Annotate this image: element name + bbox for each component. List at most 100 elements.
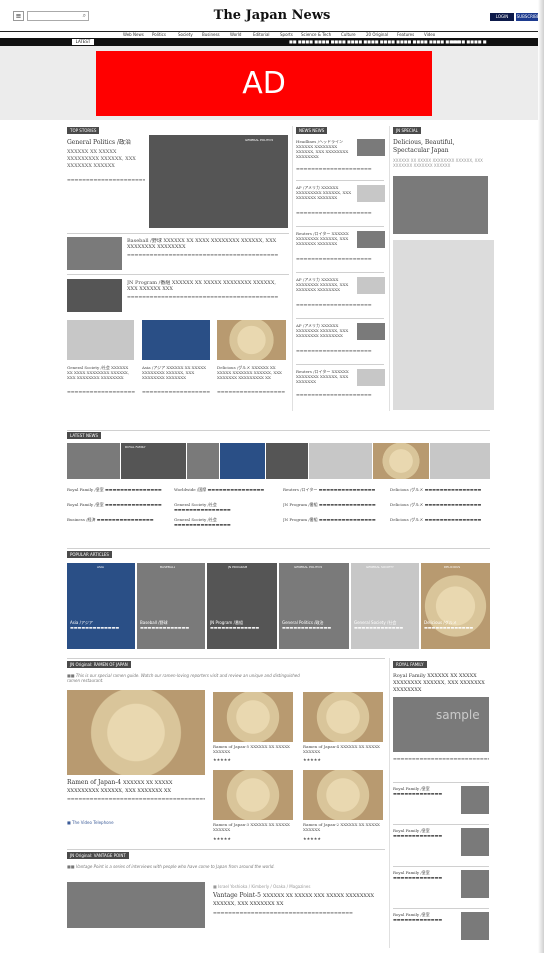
latest-photo[interactable] bbox=[430, 443, 490, 479]
latest-item[interactable]: JN Program /番組 ▬▬▬▬▬▬▬▬▬▬▬▬▬▬▬ bbox=[283, 502, 383, 507]
nav-item[interactable]: Business bbox=[202, 32, 220, 37]
latest-item[interactable]: Reuters /ロイター ▬▬▬▬▬▬▬▬▬▬▬▬▬▬▬ bbox=[283, 487, 383, 492]
latest-photo[interactable] bbox=[187, 443, 219, 479]
nav-item[interactable]: Video bbox=[424, 32, 435, 37]
latest-item[interactable]: Delicious /グルメ ▬▬▬▬▬▬▬▬▬▬▬▬▬▬▬ bbox=[390, 487, 490, 492]
ramen-card-headline[interactable]: Ramen of Japan-3 XXXXXX XX XXXXX XXXXXX bbox=[213, 822, 293, 832]
ramen-byline[interactable]: ■ The Video Telephone bbox=[67, 820, 167, 825]
ramen-card-image[interactable] bbox=[303, 692, 383, 742]
lead-image[interactable] bbox=[149, 135, 288, 228]
popular-headline[interactable]: JN Program /番組 ▬▬▬▬▬▬▬▬▬▬▬▬▬ bbox=[210, 620, 274, 630]
login-button[interactable]: LOGIN bbox=[490, 13, 514, 21]
story-headline[interactable]: JN Program /番組 XXXXXX XX XXXXX XXXXXXXX … bbox=[127, 280, 287, 292]
nav-item[interactable]: Science & Tech bbox=[301, 32, 331, 37]
royal-thumb[interactable] bbox=[461, 828, 489, 856]
ramen-card-image[interactable] bbox=[213, 692, 293, 742]
news-thumb[interactable] bbox=[357, 369, 385, 386]
news-headline[interactable]: AP /アメリカ XXXXXX XXXXXXXXX XXXXXX, XXX XX… bbox=[296, 185, 356, 200]
ramen-card-image[interactable] bbox=[213, 770, 293, 820]
popular-card[interactable] bbox=[137, 563, 205, 649]
royal-thumb[interactable] bbox=[461, 870, 489, 898]
popular-headline[interactable]: Delicious /グルメ ▬▬▬▬▬▬▬▬▬▬▬▬▬ bbox=[424, 620, 487, 630]
nav-item[interactable]: Editorial bbox=[253, 32, 270, 37]
ramen-card-headline[interactable]: Ramen of Japan-4 XXXXXX XX XXXXX XXXXXX bbox=[303, 744, 383, 754]
popular-card[interactable] bbox=[351, 563, 419, 649]
baseball-image[interactable] bbox=[67, 237, 122, 270]
royal-item[interactable]: Royal Family /皇室 ▬▬▬▬▬▬▬▬▬▬▬▬▬ bbox=[393, 870, 455, 880]
royal-headline[interactable]: Royal Family XXXXXX XX XXXXX XXXXXXXX XX… bbox=[393, 673, 489, 694]
ticker-more[interactable]: ■■■■ ■■■■ ■ bbox=[450, 39, 487, 44]
lead-headline[interactable]: General Politics /政治 bbox=[67, 139, 145, 147]
ticker-text[interactable]: ■■ ■■■■ ■■■■ ■■■■ ■■■■ ■■■■ ■■■■ ■■■■ ■■… bbox=[289, 39, 460, 44]
ramen-card-headline[interactable]: Ramen of Japan-5 XXXXXX XX XXXXX XXXXXX bbox=[213, 744, 293, 754]
popular-headline[interactable]: General Society /社会 ▬▬▬▬▬▬▬▬▬▬▬▬▬ bbox=[354, 620, 416, 630]
nav-item[interactable]: 20 Original bbox=[366, 32, 388, 37]
site-logo[interactable]: The Japan News bbox=[0, 8, 544, 23]
news-headline[interactable]: Reuters /ロイター XXXXXX XXXXXXXX XXXXXX, XX… bbox=[296, 369, 356, 384]
news-thumb[interactable] bbox=[357, 185, 385, 202]
royal-thumb[interactable] bbox=[461, 912, 489, 940]
news-text: ▬▬▬▬▬▬▬▬▬▬▬▬▬▬▬▬▬▬▬▬ bbox=[296, 348, 372, 353]
ramen-card-headline[interactable]: Ramen of Japan-2 XXXXXX XX XXXXX XXXXXX bbox=[303, 822, 383, 832]
latest-item[interactable]: Business /経済 ▬▬▬▬▬▬▬▬▬▬▬▬▬▬▬ bbox=[67, 517, 167, 522]
latest-item[interactable]: Delicious /グルメ ▬▬▬▬▬▬▬▬▬▬▬▬▬▬▬ bbox=[390, 517, 490, 522]
popular-card[interactable] bbox=[421, 563, 490, 649]
society-image[interactable] bbox=[67, 320, 134, 360]
popular-card[interactable] bbox=[67, 563, 135, 649]
latest-item[interactable]: JN Program /番組 ▬▬▬▬▬▬▬▬▬▬▬▬▬▬▬ bbox=[283, 517, 383, 522]
news-headline[interactable]: AP /アメリカ XXXXXX XXXXXXXX XXXXXX, XXX XXX… bbox=[296, 277, 356, 292]
special-headline[interactable]: Delicious, Beautiful, Spectacular Japan bbox=[393, 139, 488, 155]
popular-headline[interactable]: General Politics /政治 ▬▬▬▬▬▬▬▬▬▬▬▬▬ bbox=[282, 620, 346, 630]
royal-image[interactable] bbox=[393, 697, 489, 752]
story-headline[interactable]: Asia /アジア XXXXXX XX XXXXX XXXXXXXX XXXXX… bbox=[142, 365, 210, 380]
nav-item[interactable]: Features bbox=[397, 32, 414, 37]
delicious-image[interactable] bbox=[217, 320, 286, 360]
news-headline[interactable]: Reuters /ロイター XXXXXX XXXXXXXX XXXXXX, XX… bbox=[296, 231, 356, 246]
story-headline[interactable]: Delicious /グルメ XXXXXX XX XXXXX XXXXXXX X… bbox=[217, 365, 286, 380]
subscribe-button[interactable]: SUBSCRIBE bbox=[516, 13, 540, 21]
latest-item[interactable]: Royal Family /皇室 ▬▬▬▬▬▬▬▬▬▬▬▬▬▬▬ bbox=[67, 487, 167, 492]
nav-item[interactable]: Culture bbox=[341, 32, 356, 37]
news-thumb[interactable] bbox=[357, 139, 385, 156]
nav-item[interactable]: Sports bbox=[280, 32, 293, 37]
latest-item[interactable]: Delicious /グルメ ▬▬▬▬▬▬▬▬▬▬▬▬▬▬▬ bbox=[390, 502, 490, 507]
royal-thumb[interactable] bbox=[461, 786, 489, 814]
news-thumb[interactable] bbox=[357, 323, 385, 340]
ramen-card-image[interactable] bbox=[303, 770, 383, 820]
latest-item[interactable]: General Society /社会 ▬▬▬▬▬▬▬▬▬▬▬▬▬▬▬ bbox=[174, 517, 274, 527]
royal-item[interactable]: Royal Family /皇室 ▬▬▬▬▬▬▬▬▬▬▬▬▬ bbox=[393, 828, 455, 838]
ramen-lead-headline[interactable]: Ramen of Japan-4 XXXXXX XX XXXXX XXXXXXX… bbox=[67, 779, 205, 795]
ramen-lead-image[interactable] bbox=[67, 690, 205, 775]
nav-item[interactable]: World bbox=[230, 32, 241, 37]
nav-item[interactable]: Society bbox=[178, 32, 193, 37]
news-thumb[interactable] bbox=[357, 277, 385, 294]
latest-photo[interactable] bbox=[309, 443, 372, 479]
popular-headline[interactable]: Baseball /野球 ▬▬▬▬▬▬▬▬▬▬▬▬▬ bbox=[140, 620, 202, 630]
nav-item[interactable]: Politics bbox=[152, 32, 166, 37]
nav-item[interactable]: Web News bbox=[123, 32, 144, 37]
story-headline[interactable]: General Society /社会 XXXXXX XX XXXX XXXXX… bbox=[67, 365, 135, 380]
popular-card[interactable] bbox=[207, 563, 277, 649]
ad-banner[interactable]: AD bbox=[96, 51, 432, 116]
latest-photo[interactable] bbox=[67, 443, 120, 479]
lead-subhead[interactable]: XXXXXX XX XXXXX XXXXXXXXX XXXXXX, XXX XX… bbox=[67, 149, 147, 170]
asia-image[interactable] bbox=[142, 320, 210, 360]
news-thumb[interactable] bbox=[357, 231, 385, 248]
royal-item[interactable]: Royal Family /皇室 ▬▬▬▬▬▬▬▬▬▬▬▬▬ bbox=[393, 912, 455, 922]
latest-photo[interactable] bbox=[373, 443, 429, 479]
latest-item[interactable]: Worldwide /国際 ▬▬▬▬▬▬▬▬▬▬▬▬▬▬▬ bbox=[174, 487, 274, 492]
latest-item[interactable]: Royal Family /皇室 ▬▬▬▬▬▬▬▬▬▬▬▬▬▬▬ bbox=[67, 502, 167, 507]
vantage-image[interactable] bbox=[67, 882, 205, 928]
royal-item[interactable]: Royal Family /皇室 ▬▬▬▬▬▬▬▬▬▬▬▬▬ bbox=[393, 786, 455, 796]
latest-photo[interactable] bbox=[266, 443, 308, 479]
news-headline[interactable]: AP /アメリカ XXXXXX XXXXXXXX XXXXXX, XXX XXX… bbox=[296, 323, 356, 338]
latest-photo[interactable] bbox=[220, 443, 265, 479]
news-headline[interactable]: Headlines /ヘッドライン XXXXXX XXXXXXXX XXXXXX… bbox=[296, 139, 356, 159]
vantage-headline[interactable]: Vantage Point-5 XXXXXX XX XXXXX XXX XXXX… bbox=[213, 892, 383, 908]
latest-item[interactable]: General Society /社会 ▬▬▬▬▬▬▬▬▬▬▬▬▬▬▬ bbox=[174, 502, 274, 512]
story-headline[interactable]: Baseball /野球 XXXXXX XX XXXX XXXXXXXX XXX… bbox=[127, 238, 287, 250]
popular-card[interactable] bbox=[279, 563, 349, 649]
jn-program-image[interactable] bbox=[67, 279, 122, 312]
popular-headline[interactable]: Asia /アジア ▬▬▬▬▬▬▬▬▬▬▬▬▬ bbox=[70, 620, 132, 630]
special-image[interactable] bbox=[393, 176, 488, 234]
